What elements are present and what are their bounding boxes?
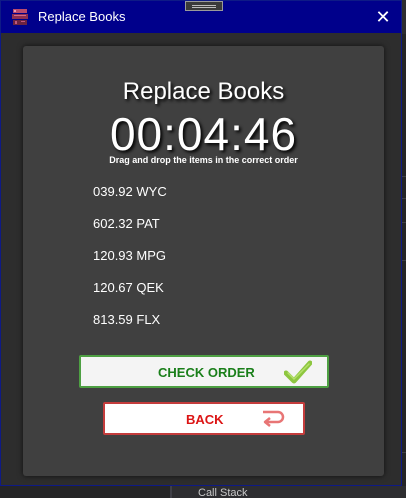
- call-stack-label: Call Stack: [198, 487, 248, 498]
- game-title: Replace Books: [122, 78, 285, 105]
- window-title: Replace Books: [38, 9, 126, 24]
- game-panel: Replace Books 00:04:46 Drag and drop the…: [23, 46, 384, 476]
- instructions-text: Drag and drop the items in the correct o…: [109, 155, 298, 165]
- book-item[interactable]: 120.67 QEK: [93, 280, 167, 312]
- books-icon: [12, 9, 28, 25]
- book-item[interactable]: 602.32 PAT: [93, 216, 167, 248]
- book-item[interactable]: 813.59 FLX: [93, 312, 167, 344]
- countdown-timer: 00:04:46: [109, 108, 298, 160]
- replace-books-window: Replace Books ✕ Replace Books 00:04:46 D…: [0, 0, 402, 486]
- close-button[interactable]: ✕: [367, 3, 399, 31]
- book-list: 039.92 WYC 602.32 PAT 120.93 MPG 120.67 …: [93, 184, 167, 344]
- check-order-label: CHECK ORDER: [158, 365, 255, 380]
- book-item[interactable]: 039.92 WYC: [93, 184, 167, 216]
- book-item[interactable]: 120.93 MPG: [93, 248, 167, 280]
- check-order-button[interactable]: CHECK ORDER: [79, 355, 329, 388]
- checkmark-icon: [284, 360, 312, 384]
- screen: Call Stack Replace Books ✕ Replace Books…: [0, 0, 406, 498]
- background-call-stack-tab[interactable]: Call Stack: [170, 486, 406, 498]
- drag-grip[interactable]: [185, 1, 223, 11]
- back-label: BACK: [186, 412, 224, 427]
- return-arrow-icon: [263, 410, 285, 427]
- title-bar[interactable]: Replace Books ✕: [1, 1, 401, 33]
- back-button[interactable]: BACK: [103, 402, 305, 435]
